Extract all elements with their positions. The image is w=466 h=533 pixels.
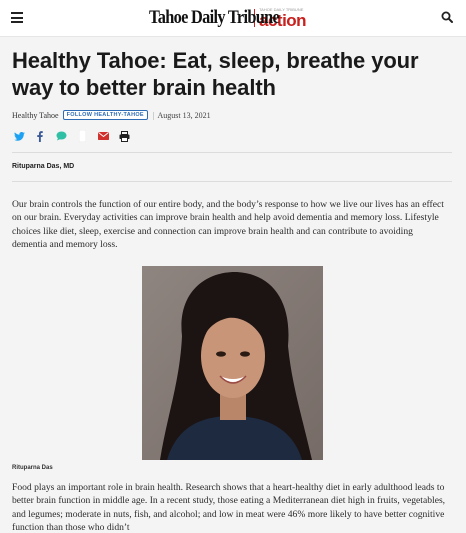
divider-line (12, 181, 452, 182)
meta-divider: | (152, 110, 155, 120)
article-headline: Healthy Tahoe: Eat, sleep, breathe your … (12, 48, 419, 100)
author-photo (142, 266, 323, 460)
facebook-icon[interactable] (33, 130, 47, 142)
print-icon[interactable] (117, 130, 131, 142)
more-icon[interactable] (75, 130, 89, 142)
article-paragraph: Our brain controls the function of our e… (12, 199, 444, 251)
author-byline[interactable]: Rituparna Das, MD (12, 163, 74, 170)
site-header: Tahoe Daily Tribune TAHOE DAILY TRIBUNE … (0, 0, 466, 37)
article-meta: Healthy Tahoe FOLLOW HEALTHY-TAHOE | Aug… (12, 110, 211, 120)
twitter-icon[interactable] (12, 130, 26, 142)
photo-caption: Rituparna Das (12, 465, 53, 471)
menu-icon[interactable] (11, 12, 23, 23)
sms-icon[interactable] (54, 130, 68, 142)
publish-date: August 13, 2021 (157, 110, 211, 120)
email-icon[interactable] (96, 130, 110, 142)
section-link[interactable]: Healthy Tahoe (12, 111, 59, 120)
search-icon[interactable] (441, 11, 453, 23)
share-bar (12, 130, 138, 142)
brand-name: Tahoe Daily Tribune (149, 7, 280, 28)
site-logo[interactable]: Tahoe Daily Tribune TAHOE DAILY TRIBUNE … (149, 6, 307, 30)
article-paragraph: Food plays an important role in brain he… (12, 482, 446, 533)
follow-button[interactable]: FOLLOW HEALTHY-TAHOE (62, 110, 148, 120)
divider-line (12, 152, 452, 153)
